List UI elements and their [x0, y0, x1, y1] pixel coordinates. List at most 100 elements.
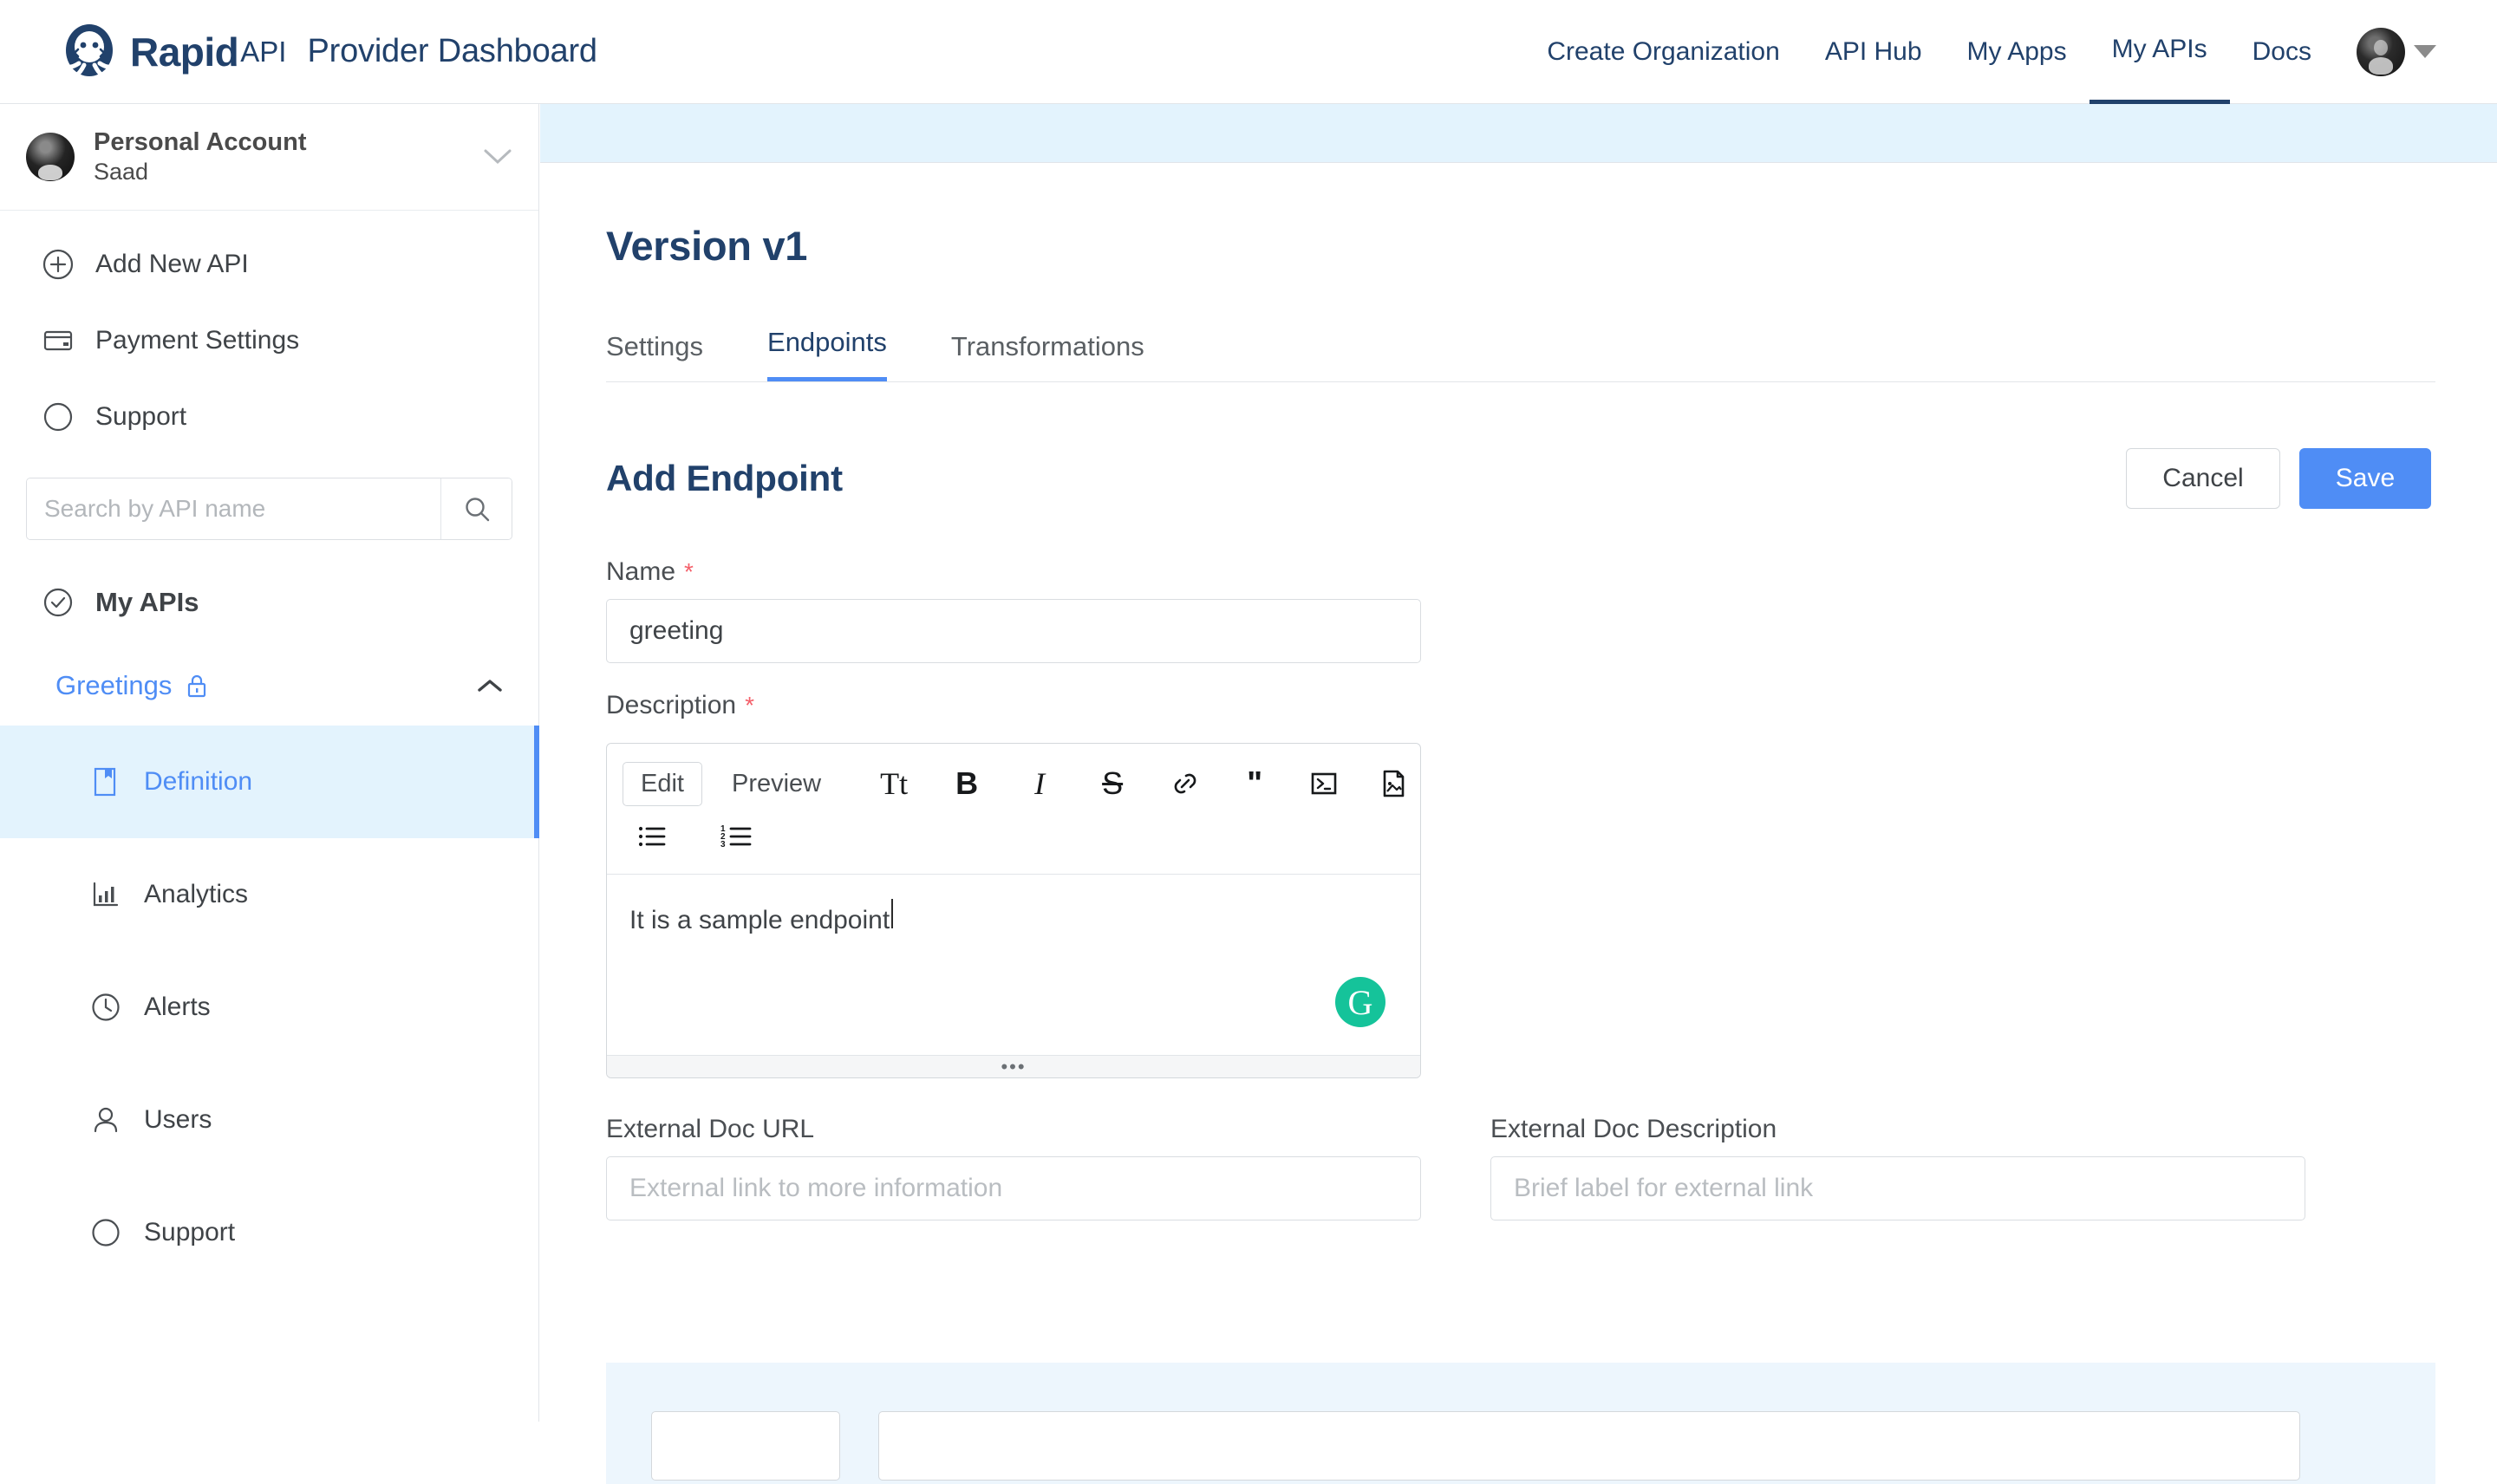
- tab-endpoints[interactable]: Endpoints: [767, 327, 887, 381]
- lock-icon: [184, 672, 210, 700]
- external-doc-description-input[interactable]: [1490, 1156, 2305, 1220]
- sidebar-primary-nav: Add New API Payment Settings Support: [0, 211, 538, 455]
- book-icon: [90, 765, 127, 798]
- code-block-icon[interactable]: [1300, 759, 1348, 808]
- svg-text:3: 3: [720, 840, 726, 849]
- text-size-icon[interactable]: Tt: [870, 759, 918, 808]
- cancel-button[interactable]: Cancel: [2126, 448, 2280, 509]
- description-field-label: Description *: [606, 691, 2497, 720]
- sidebar-item-users[interactable]: Users: [0, 1064, 538, 1176]
- nav-my-apis[interactable]: My APIs: [2089, 0, 2230, 104]
- sidebar-item-support[interactable]: Support: [0, 379, 538, 455]
- caret-down-icon: [2414, 45, 2436, 58]
- nav-docs[interactable]: Docs: [2230, 0, 2334, 104]
- sidebar-item-label: Definition: [144, 767, 253, 796]
- nav-api-hub[interactable]: API Hub: [1803, 0, 1945, 104]
- strikethrough-icon[interactable]: S: [1088, 759, 1137, 808]
- markdown-toolbar-row-1: Edit Preview Tt B I S ": [623, 756, 1405, 811]
- form-actions: Cancel Save: [2126, 448, 2431, 509]
- nav-my-apps[interactable]: My Apps: [1945, 0, 2090, 104]
- rapidapi-octopus-logo-icon: [61, 23, 118, 81]
- brand-subtitle: Provider Dashboard: [307, 33, 597, 69]
- compass-icon: [90, 1217, 127, 1248]
- save-button[interactable]: Save: [2299, 448, 2431, 509]
- image-icon[interactable]: [1369, 759, 1418, 808]
- chevron-up-icon[interactable]: [476, 677, 504, 694]
- markdown-toolbar: Edit Preview Tt B I S " 1 2 3: [607, 744, 1420, 875]
- section-title: Add Endpoint: [606, 458, 843, 498]
- search-input[interactable]: [27, 478, 440, 539]
- external-doc-url-label: External Doc URL: [606, 1115, 815, 1143]
- sidebar-item-label: Payment Settings: [95, 326, 300, 355]
- search-icon[interactable]: [440, 478, 512, 539]
- tab-transformations[interactable]: Transformations: [951, 331, 1144, 381]
- editor-resize-handle[interactable]: •••: [607, 1055, 1420, 1077]
- name-field-label: Name *: [606, 557, 2497, 587]
- top-nav-items: Create Organization API Hub My Apps My A…: [1524, 0, 2436, 104]
- chevron-down-icon: [483, 148, 512, 166]
- api-group-label: Greetings: [55, 670, 173, 700]
- user-avatar: [2357, 27, 2405, 76]
- parameter-name-input[interactable]: [651, 1411, 840, 1481]
- description-textarea[interactable]: It is a sample endpoint G: [607, 875, 1420, 1055]
- nav-create-organization[interactable]: Create Organization: [1524, 0, 1802, 104]
- clock-icon: [90, 992, 127, 1023]
- external-doc-description-label: External Doc Description: [1490, 1115, 1777, 1143]
- brand-name-bold: Rapid: [130, 29, 239, 75]
- label-text: Name: [606, 557, 676, 586]
- brand-logo[interactable]: Rapid API Provider Dashboard: [61, 23, 597, 81]
- bar-chart-icon: [90, 880, 127, 909]
- sidebar-item-label: Users: [144, 1105, 212, 1134]
- numbered-list-icon[interactable]: 123: [713, 812, 761, 861]
- sidebar-item-add-new-api[interactable]: Add New API: [0, 226, 538, 303]
- parameter-row: [606, 1363, 2435, 1481]
- search-box: [26, 478, 512, 540]
- sidebar-api-group-greetings[interactable]: Greetings: [0, 646, 538, 726]
- bold-icon[interactable]: B: [942, 759, 991, 808]
- sidebar-item-support-api[interactable]: Support: [0, 1176, 538, 1289]
- version-tabs: Settings Endpoints Transformations: [606, 315, 2435, 382]
- credit-card-icon: [42, 324, 80, 357]
- parameter-value-input[interactable]: [878, 1411, 2300, 1481]
- compass-icon: [42, 400, 80, 433]
- sidebar-item-label: Alerts: [144, 993, 211, 1021]
- add-endpoint-header: Add Endpoint Cancel Save: [606, 448, 2431, 509]
- plus-circle-icon: [42, 248, 80, 281]
- link-icon[interactable]: [1161, 759, 1209, 808]
- sidebar-item-analytics[interactable]: Analytics: [0, 838, 538, 951]
- quote-icon[interactable]: ": [1230, 759, 1279, 808]
- brand-name-light: API: [240, 35, 287, 68]
- main-content: Version v1 Settings Endpoints Transforma…: [540, 104, 2497, 1484]
- page-title: Version v1: [606, 223, 808, 269]
- external-doc-url-input[interactable]: [606, 1156, 1421, 1220]
- avatar: [26, 133, 75, 181]
- required-marker: *: [684, 558, 694, 585]
- account-title: Personal Account: [94, 128, 307, 156]
- sidebar-item-label: Support: [95, 402, 187, 431]
- check-circle-icon: [42, 586, 80, 619]
- account-menu-button[interactable]: [2357, 27, 2436, 76]
- bulleted-list-icon[interactable]: [628, 812, 676, 861]
- external-doc-description-group: External Doc Description: [1490, 1115, 2305, 1220]
- top-navigation-bar: Rapid API Provider Dashboard Create Orga…: [0, 0, 2497, 104]
- user-icon: [90, 1104, 127, 1136]
- account-username: Saad: [94, 159, 149, 186]
- account-switcher[interactable]: Personal Account Saad: [0, 104, 538, 211]
- required-marker: *: [745, 692, 754, 719]
- sidebar-item-payment-settings[interactable]: Payment Settings: [0, 303, 538, 379]
- tab-settings[interactable]: Settings: [606, 331, 703, 381]
- editor-tab-preview[interactable]: Preview: [714, 763, 838, 805]
- grammarly-badge-icon[interactable]: G: [1335, 977, 1385, 1027]
- sidebar-item-alerts[interactable]: Alerts: [0, 951, 538, 1064]
- top-banner: [540, 104, 2497, 163]
- italic-icon[interactable]: I: [1015, 759, 1064, 808]
- sidebar-item-label: My APIs: [95, 587, 199, 617]
- endpoint-parameters-panel: [606, 1363, 2435, 1484]
- sidebar-item-my-apis[interactable]: My APIs: [0, 559, 538, 646]
- sidebar-item-definition[interactable]: Definition: [0, 726, 539, 838]
- text-cursor: [891, 899, 894, 928]
- description-text-row: It is a sample endpoint: [607, 875, 1420, 935]
- editor-tab-edit[interactable]: Edit: [623, 761, 702, 806]
- name-input[interactable]: [606, 599, 1421, 663]
- sidebar-item-label: Support: [144, 1218, 236, 1246]
